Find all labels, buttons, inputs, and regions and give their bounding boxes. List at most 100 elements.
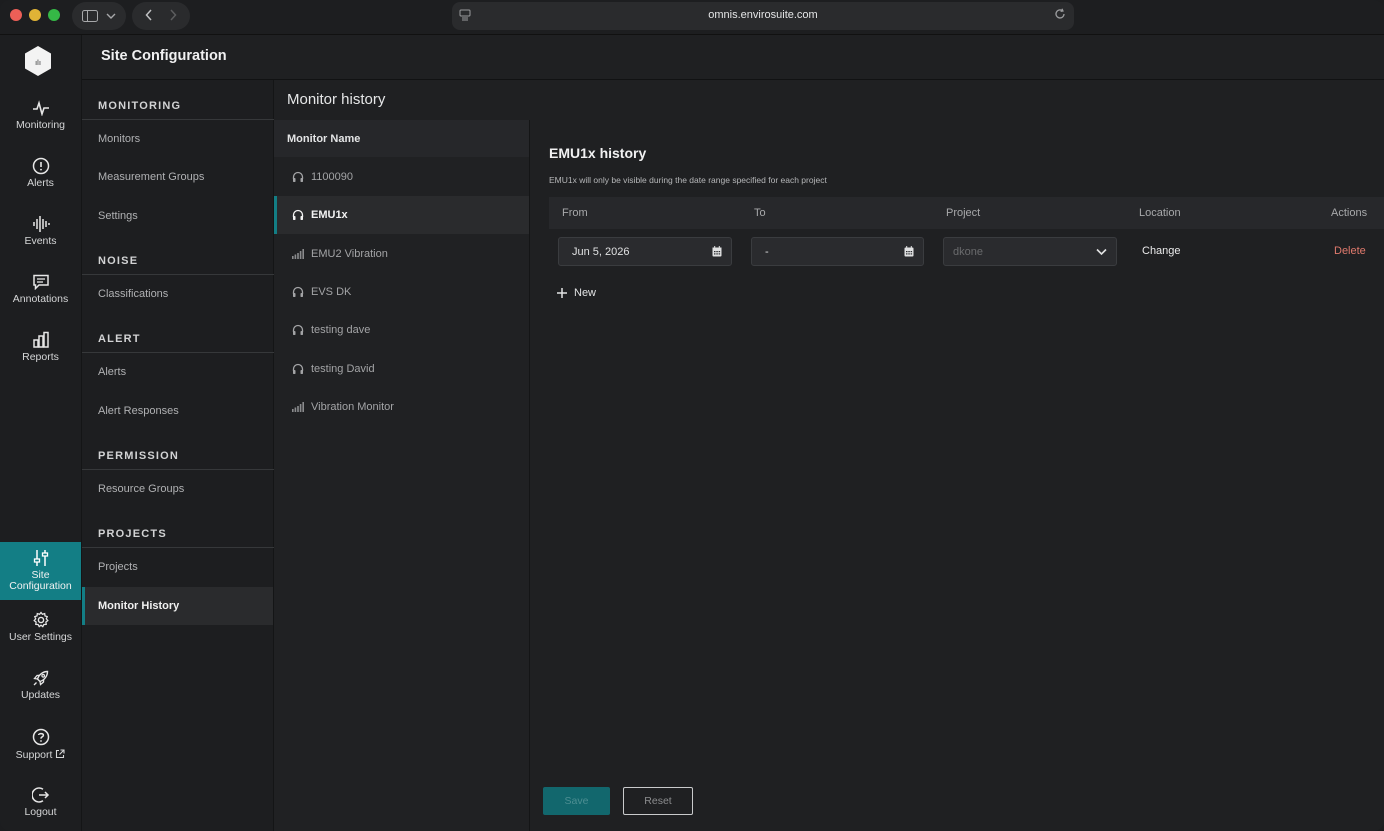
rail-item-annotations[interactable]: Annotations xyxy=(0,266,81,322)
column-header-from: From xyxy=(562,207,588,219)
rail-item-site-configuration[interactable]: Site Configuration xyxy=(0,542,81,600)
close-window-button[interactable] xyxy=(10,9,22,21)
rail-item-alerts[interactable]: Alerts xyxy=(0,150,81,206)
title-bar: omnis.envirosuite.com xyxy=(0,0,1384,35)
nav-item-alerts[interactable]: Alerts xyxy=(82,353,273,391)
add-new-button[interactable]: New xyxy=(557,287,596,299)
monitor-row-1100090[interactable]: 1100090 xyxy=(274,158,529,196)
zoom-window-button[interactable] xyxy=(48,9,60,21)
change-location-link[interactable]: Change xyxy=(1142,245,1181,257)
svg-text:ılı: ılı xyxy=(35,59,41,67)
history-nav xyxy=(132,2,190,30)
nav-item-projects[interactable]: Projects xyxy=(82,548,273,586)
nav-item-alert-responses[interactable]: Alert Responses xyxy=(82,392,273,430)
from-date-input[interactable]: Jun 5, 2026 xyxy=(558,237,732,266)
question-circle-icon xyxy=(31,727,51,747)
rail-item-label: Monitoring xyxy=(15,119,66,131)
sidebar-icon xyxy=(82,10,98,22)
monitor-row-vibration-monitor[interactable]: Vibration Monitor xyxy=(274,388,529,426)
app-logo[interactable]: ılı xyxy=(23,45,53,77)
headphones-icon xyxy=(291,285,305,299)
rail-item-label: Support xyxy=(16,749,66,761)
rail-item-monitoring[interactable]: Monitoring xyxy=(0,92,81,148)
sidebar-toggle-button[interactable] xyxy=(72,2,126,30)
project-placeholder: dkone xyxy=(953,246,983,258)
history-table-header: From To Project Location Actions xyxy=(549,197,1384,229)
save-button[interactable]: Save xyxy=(543,787,610,815)
detail-title: EMU1x history xyxy=(549,145,647,161)
rail-item-logout[interactable]: Logout xyxy=(0,779,81,831)
headphones-icon xyxy=(291,170,305,184)
rail-item-user-settings[interactable]: User Settings xyxy=(0,604,81,660)
rail-item-updates[interactable]: Updates xyxy=(0,662,81,718)
nav-item-measurement-groups[interactable]: Measurement Groups xyxy=(82,158,273,196)
calendar-icon[interactable] xyxy=(904,246,914,260)
rail-item-label: Alerts xyxy=(27,177,54,189)
detail-subtitle: EMU1x will only be visible during the da… xyxy=(549,175,827,185)
monitor-name: 1100090 xyxy=(311,171,354,183)
signal-bars-icon xyxy=(291,247,305,261)
rail-item-support[interactable]: Support xyxy=(0,721,81,777)
section-title-monitoring: MONITORING xyxy=(98,100,182,112)
to-date-input[interactable]: - xyxy=(751,237,924,266)
rail-item-label: Annotations xyxy=(12,293,69,305)
rail-item-label: Logout xyxy=(24,806,57,818)
column-header-to: To xyxy=(754,207,766,219)
rail-item-label: Reports xyxy=(22,351,59,363)
monitor-name: EVS DK xyxy=(311,286,352,298)
history-detail: EMU1x history EMU1x will only be visible… xyxy=(530,120,1384,831)
nav-item-monitors[interactable]: Monitors xyxy=(82,120,273,158)
nav-item-monitor-history[interactable]: Monitor History xyxy=(82,587,273,625)
monitor-name: EMU1x xyxy=(311,209,348,221)
monitor-row-evs-dk[interactable]: EVS DK xyxy=(274,273,529,311)
chevron-down-icon xyxy=(106,13,116,19)
rail-item-label: User Settings xyxy=(8,631,73,643)
monitor-history-title: Monitor history xyxy=(287,91,386,108)
back-icon[interactable] xyxy=(145,8,153,24)
nav-item-classifications[interactable]: Classifications xyxy=(82,275,273,313)
monitor-row-testing-dave[interactable]: testing dave xyxy=(274,311,529,349)
section-title-alert: ALERT xyxy=(98,333,141,345)
project-select[interactable]: dkone xyxy=(943,237,1117,266)
nav-item-resource-groups[interactable]: Resource Groups xyxy=(82,470,273,508)
monitor-name: Vibration Monitor xyxy=(311,401,394,413)
rail-item-events[interactable]: Events xyxy=(0,208,81,264)
monitor-list: Monitor Name 1100090 EMU1x EMU2 Vibratio… xyxy=(274,120,530,831)
address-bar[interactable]: omnis.envirosuite.com xyxy=(452,2,1074,30)
delete-row-link[interactable]: Delete xyxy=(1334,245,1366,257)
alert-circle-icon xyxy=(31,156,51,176)
forward-icon[interactable] xyxy=(169,8,177,24)
reload-icon[interactable] xyxy=(1054,8,1066,23)
browser-window: omnis.envirosuite.com ılı Monitoring Ale… xyxy=(0,0,1384,831)
chevron-down-icon xyxy=(1096,247,1107,259)
minimize-window-button[interactable] xyxy=(29,9,41,21)
sliders-icon xyxy=(31,548,51,568)
logout-icon xyxy=(31,785,51,805)
headphones-icon xyxy=(291,323,305,337)
waveform-icon xyxy=(31,214,51,234)
rail-item-reports[interactable]: Reports xyxy=(0,324,81,380)
gear-icon xyxy=(31,610,51,630)
external-link-icon xyxy=(56,749,65,759)
monitor-row-emu1x[interactable]: EMU1x xyxy=(274,196,529,234)
page-header: Site Configuration xyxy=(82,35,1384,80)
monitor-name: EMU2 Vibration xyxy=(311,248,388,260)
column-header-project: Project xyxy=(946,207,981,219)
headphones-icon xyxy=(291,208,305,222)
app-rail: ılı Monitoring Alerts Events Annotations… xyxy=(0,35,82,831)
monitor-name: testing dave xyxy=(311,324,371,336)
rail-item-label: Site Configuration xyxy=(9,569,72,592)
calendar-icon[interactable] xyxy=(712,246,722,260)
rail-item-label: Updates xyxy=(20,689,61,701)
signal-bars-icon xyxy=(291,400,305,414)
reset-button[interactable]: Reset xyxy=(623,787,693,815)
monitor-history-header: Monitor history xyxy=(274,80,1384,120)
rocket-icon xyxy=(31,668,51,688)
monitor-row-emu2-vibration[interactable]: EMU2 Vibration xyxy=(274,235,529,273)
nav-item-settings[interactable]: Settings xyxy=(82,197,273,235)
column-header-actions: Actions xyxy=(1331,207,1368,219)
rail-item-label: Events xyxy=(24,235,57,247)
comment-icon xyxy=(31,272,51,292)
plus-icon xyxy=(557,287,567,299)
monitor-row-testing-david[interactable]: testing David xyxy=(274,350,529,388)
